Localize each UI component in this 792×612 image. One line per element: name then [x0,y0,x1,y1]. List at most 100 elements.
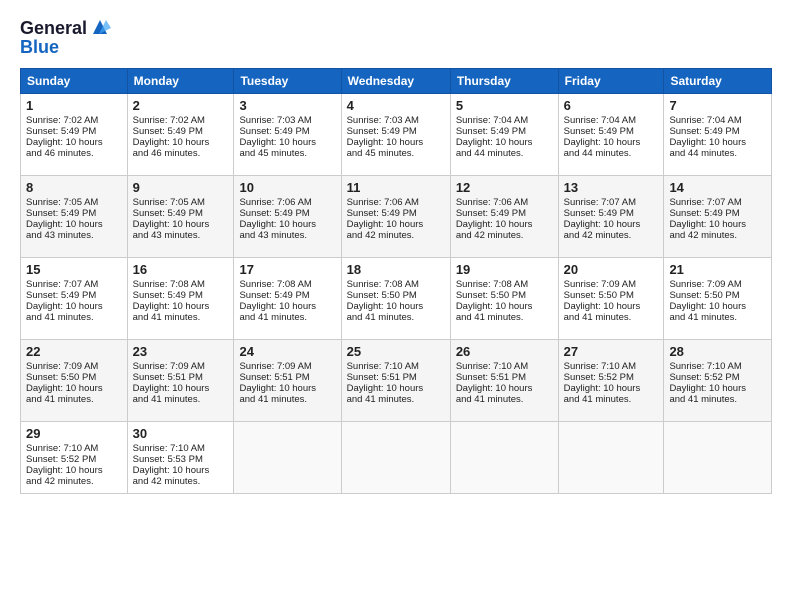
daylight-minutes-line: and 41 minutes. [239,394,335,405]
daylight-line: Daylight: 10 hours [564,301,659,312]
calendar-cell: 24Sunrise: 7:09 AMSunset: 5:51 PMDayligh… [234,340,341,422]
day-number: 19 [456,262,553,277]
calendar-cell: 29Sunrise: 7:10 AMSunset: 5:52 PMDayligh… [21,422,128,494]
daylight-minutes-line: and 46 minutes. [26,148,122,159]
calendar-cell: 15Sunrise: 7:07 AMSunset: 5:49 PMDayligh… [21,258,128,340]
logo-general: General [20,18,87,39]
daylight-line: Daylight: 10 hours [564,219,659,230]
daylight-line: Daylight: 10 hours [239,301,335,312]
sunrise-line: Sunrise: 7:10 AM [133,443,229,454]
sunrise-line: Sunrise: 7:04 AM [669,115,766,126]
day-number: 13 [564,180,659,195]
day-number: 5 [456,98,553,113]
day-number: 7 [669,98,766,113]
sunrise-line: Sunrise: 7:09 AM [669,279,766,290]
daylight-minutes-line: and 42 minutes. [564,230,659,241]
daylight-line: Daylight: 10 hours [26,383,122,394]
logo: General Blue [20,18,111,58]
calendar-cell: 27Sunrise: 7:10 AMSunset: 5:52 PMDayligh… [558,340,664,422]
sunset-line: Sunset: 5:49 PM [133,290,229,301]
calendar-cell: 2Sunrise: 7:02 AMSunset: 5:49 PMDaylight… [127,94,234,176]
sunset-line: Sunset: 5:51 PM [456,372,553,383]
sunrise-line: Sunrise: 7:02 AM [133,115,229,126]
daylight-line: Daylight: 10 hours [456,219,553,230]
day-number: 4 [347,98,445,113]
daylight-line: Daylight: 10 hours [456,301,553,312]
sunset-line: Sunset: 5:49 PM [564,126,659,137]
day-number: 22 [26,344,122,359]
daylight-minutes-line: and 46 minutes. [133,148,229,159]
sunset-line: Sunset: 5:52 PM [564,372,659,383]
calendar-week-row: 22Sunrise: 7:09 AMSunset: 5:50 PMDayligh… [21,340,772,422]
page: General Blue SundayMondayTuesdayWednesda… [0,0,792,612]
daylight-line: Daylight: 10 hours [347,301,445,312]
sunset-line: Sunset: 5:49 PM [26,290,122,301]
sunset-line: Sunset: 5:49 PM [239,126,335,137]
sunrise-line: Sunrise: 7:05 AM [133,197,229,208]
daylight-minutes-line: and 41 minutes. [564,394,659,405]
sunrise-line: Sunrise: 7:06 AM [456,197,553,208]
sunset-line: Sunset: 5:52 PM [669,372,766,383]
daylight-line: Daylight: 10 hours [564,137,659,148]
logo-icon [89,18,111,36]
daylight-minutes-line: and 41 minutes. [347,394,445,405]
calendar-day-header: Wednesday [341,69,450,94]
calendar-cell: 25Sunrise: 7:10 AMSunset: 5:51 PMDayligh… [341,340,450,422]
daylight-minutes-line: and 41 minutes. [239,312,335,323]
day-number: 30 [133,426,229,441]
calendar-cell [664,422,772,494]
calendar-cell: 23Sunrise: 7:09 AMSunset: 5:51 PMDayligh… [127,340,234,422]
calendar-cell: 30 Sunrise: 7:10 AMSunset: 5:53 PMDayligh… [127,422,234,494]
logo-blue: Blue [20,37,111,58]
day-number: 1 [26,98,122,113]
sunset-line: Sunset: 5:51 PM [347,372,445,383]
sunset-line: Sunset: 5:52 PM [26,454,122,465]
daylight-line: Daylight: 10 hours [133,465,229,476]
calendar-day-header: Sunday [21,69,128,94]
daylight-line: Daylight: 10 hours [26,137,122,148]
sunset-line: Sunset: 5:49 PM [669,126,766,137]
day-number: 21 [669,262,766,277]
sunrise-line: Sunrise: 7:08 AM [133,279,229,290]
calendar-week-row: 29Sunrise: 7:10 AMSunset: 5:52 PMDayligh… [21,422,772,494]
daylight-minutes-line: and 41 minutes. [564,312,659,323]
sunrise-line: Sunrise: 7:04 AM [564,115,659,126]
daylight-minutes-line: and 44 minutes. [564,148,659,159]
calendar-cell [234,422,341,494]
daylight-line: Daylight: 10 hours [26,219,122,230]
sunrise-line: Sunrise: 7:10 AM [564,361,659,372]
sunset-line: Sunset: 5:50 PM [456,290,553,301]
daylight-line: Daylight: 10 hours [133,383,229,394]
daylight-line: Daylight: 10 hours [669,137,766,148]
sunset-line: Sunset: 5:49 PM [239,208,335,219]
header: General Blue [20,18,772,58]
sunrise-line: Sunrise: 7:02 AM [26,115,122,126]
calendar-cell: 20Sunrise: 7:09 AMSunset: 5:50 PMDayligh… [558,258,664,340]
calendar-cell [558,422,664,494]
daylight-minutes-line: and 43 minutes. [26,230,122,241]
calendar-header-row: SundayMondayTuesdayWednesdayThursdayFrid… [21,69,772,94]
calendar-cell: 12Sunrise: 7:06 AMSunset: 5:49 PMDayligh… [450,176,558,258]
daylight-line: Daylight: 10 hours [669,219,766,230]
daylight-line: Daylight: 10 hours [347,219,445,230]
day-number: 8 [26,180,122,195]
sunrise-line: Sunrise: 7:10 AM [456,361,553,372]
sunset-line: Sunset: 5:49 PM [564,208,659,219]
sunrise-line: Sunrise: 7:06 AM [239,197,335,208]
sunset-line: Sunset: 5:49 PM [133,126,229,137]
sunrise-line: Sunrise: 7:08 AM [347,279,445,290]
daylight-minutes-line: and 42 minutes. [26,476,122,487]
calendar-week-row: 1Sunrise: 7:02 AMSunset: 5:49 PMDaylight… [21,94,772,176]
daylight-minutes-line: and 44 minutes. [669,148,766,159]
day-number: 11 [347,180,445,195]
sunrise-line: Sunrise: 7:08 AM [456,279,553,290]
day-number: 18 [347,262,445,277]
daylight-line: Daylight: 10 hours [456,383,553,394]
sunset-line: Sunset: 5:50 PM [564,290,659,301]
daylight-line: Daylight: 10 hours [564,383,659,394]
sunset-line: Sunset: 5:53 PM [133,454,229,465]
daylight-line: Daylight: 10 hours [239,383,335,394]
sunset-line: Sunset: 5:49 PM [669,208,766,219]
daylight-minutes-line: and 42 minutes. [456,230,553,241]
daylight-minutes-line: and 41 minutes. [26,394,122,405]
